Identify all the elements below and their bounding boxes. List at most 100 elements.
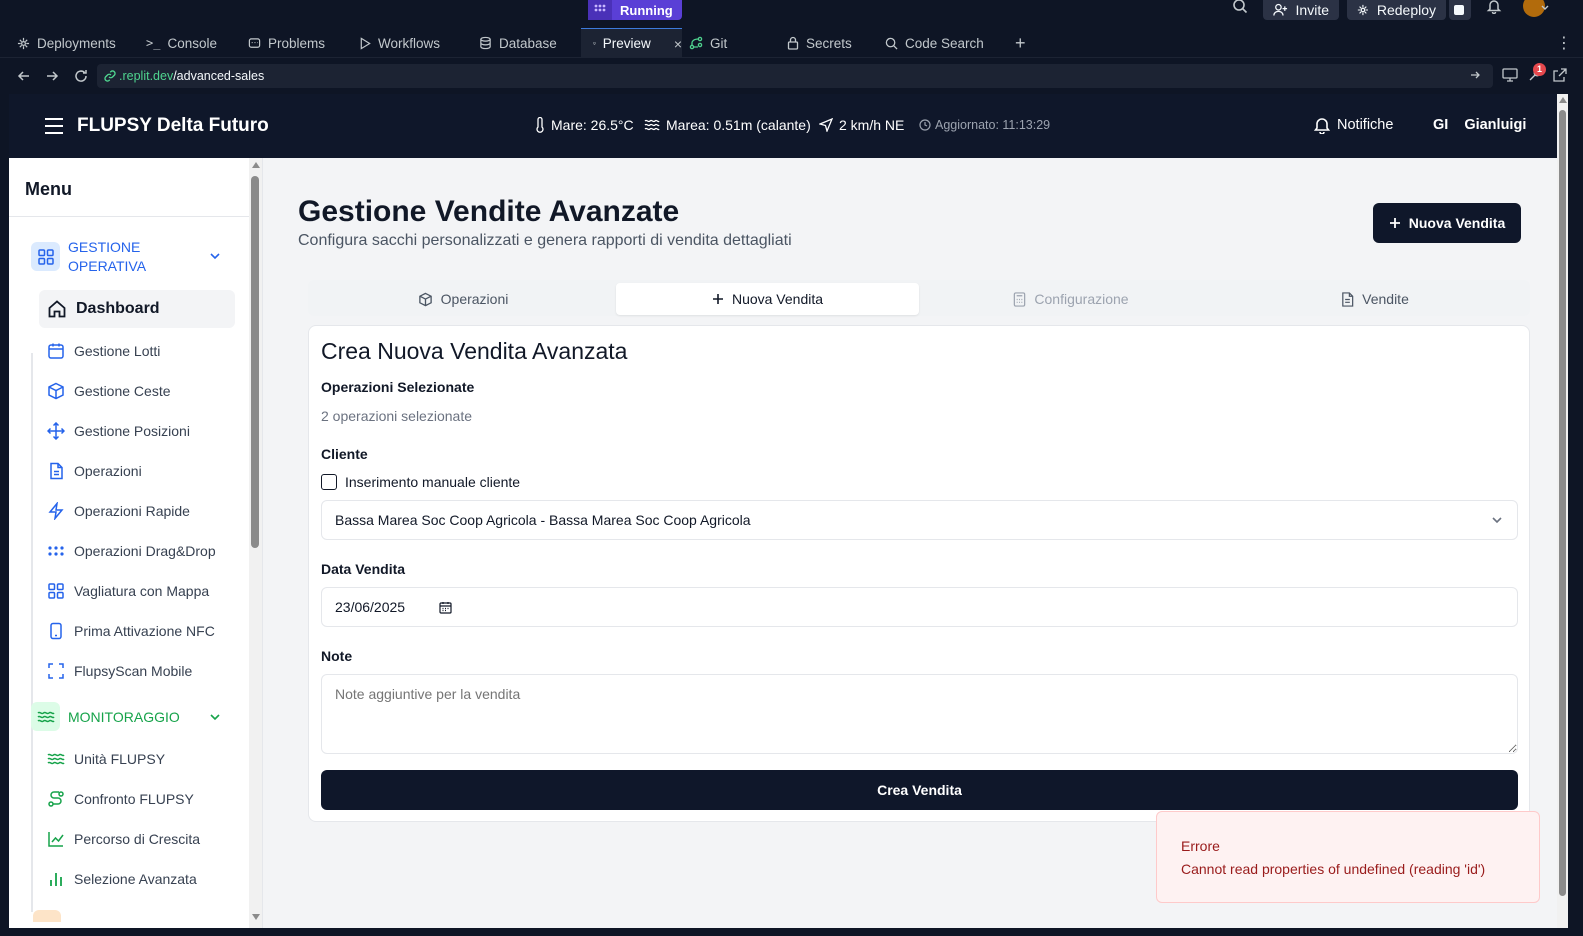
create-sale-button[interactable]: Crea Vendita xyxy=(321,770,1518,810)
sidebar-item-percorso-crescita[interactable]: Percorso di Crescita xyxy=(39,820,235,858)
hamburger-menu-icon[interactable] xyxy=(44,117,64,135)
kebab-icon: ⋮ xyxy=(1556,35,1572,52)
sale-date-input[interactable]: 23/06/2025 xyxy=(321,587,1518,627)
add-user-icon xyxy=(1273,3,1288,16)
bell-icon[interactable] xyxy=(1486,0,1502,14)
waves-icon xyxy=(47,753,65,765)
selected-ops-label: Operazioni Selezionate xyxy=(321,379,475,395)
sidebar-item-unita-flupsy[interactable]: Unità FLUPSY xyxy=(39,740,235,778)
tab-code-search[interactable]: Code Search xyxy=(873,28,999,58)
sidebar-item-operazioni-rapide[interactable]: Operazioni Rapide xyxy=(39,492,235,530)
forward-icon[interactable] xyxy=(44,68,60,84)
sidebar-item-label: Operazioni Drag&Drop xyxy=(74,543,216,559)
tab-deployments[interactable]: Deployments xyxy=(5,28,133,58)
search-icon[interactable] xyxy=(1232,0,1248,14)
sea-temp-indicator: Mare: 26.5°C xyxy=(535,117,634,133)
open-new-window-icon[interactable] xyxy=(1553,68,1567,82)
tab-vendite[interactable]: Vendite xyxy=(1224,283,1526,315)
sidebar-item-dashboard[interactable]: Dashboard xyxy=(39,290,235,328)
tab-nuova-vendita[interactable]: Nuova Vendita xyxy=(616,283,919,315)
sidebar-item-flupsyscan-mobile[interactable]: FlupsyScan Mobile xyxy=(39,652,235,690)
user-avatar[interactable] xyxy=(1522,0,1550,18)
sidebar-item-selezione-avanzata[interactable]: Selezione Avanzata xyxy=(39,860,235,898)
tab-operazioni[interactable]: Operazioni xyxy=(312,283,614,315)
sidebar-item-operazioni-dragdrop[interactable]: Operazioni Drag&Drop xyxy=(39,532,235,570)
tab-label: Preview xyxy=(602,36,651,51)
manual-client-label: Inserimento manuale cliente xyxy=(345,474,521,490)
go-arrow-icon[interactable] xyxy=(1469,69,1481,81)
sidebar-item-prima-attivazione-nfc[interactable]: Prima Attivazione NFC xyxy=(39,612,235,650)
run-status-button[interactable]: Running xyxy=(588,0,682,20)
tab-configurazione[interactable]: Configurazione xyxy=(920,283,1222,315)
tab-label: Secrets xyxy=(806,35,852,51)
tab-label: Database xyxy=(499,35,557,51)
notifications-button[interactable]: Notifiche xyxy=(1313,116,1393,134)
sidebar-item-gestione-ceste[interactable]: Gestione Ceste xyxy=(39,372,235,410)
tab-workflows[interactable]: Workflows xyxy=(347,28,464,58)
user-initials: GI xyxy=(1433,117,1449,133)
section-gestione-operativa[interactable]: GESTIONE OPERATIVA xyxy=(31,236,227,280)
tab-secrets[interactable]: Secrets xyxy=(775,28,872,58)
sidebar-item-label: Gestione Ceste xyxy=(74,383,171,399)
problems-icon xyxy=(248,37,261,48)
tab-preview[interactable]: Preview × xyxy=(581,28,682,58)
run-grid-icon xyxy=(588,0,612,20)
section-label: GESTIONE OPERATIVA xyxy=(68,239,147,274)
manual-client-checkbox[interactable] xyxy=(321,474,337,490)
client-select[interactable]: Bassa Marea Soc Coop Agricola - Bassa Ma… xyxy=(321,500,1518,540)
reload-icon[interactable] xyxy=(73,68,89,84)
error-toast[interactable]: Errore Cannot read properties of undefin… xyxy=(1156,811,1540,903)
plus-icon xyxy=(712,294,723,304)
tab-label: Problems xyxy=(268,35,326,51)
tab-label: Operazioni xyxy=(440,291,509,307)
tab-database[interactable]: Database xyxy=(467,28,577,58)
grid-icon xyxy=(48,583,64,599)
tab-label: Vendite xyxy=(1362,291,1409,307)
sidebar-scrollbar[interactable] xyxy=(249,158,262,928)
preview-scrollbar[interactable] xyxy=(1557,94,1568,928)
notes-textarea[interactable] xyxy=(321,674,1518,754)
plus-icon: + xyxy=(1015,32,1026,53)
create-sale-button-label: Crea Vendita xyxy=(877,782,962,798)
tide-indicator: Marea: 0.51m (calante) xyxy=(644,117,811,133)
preview-app: FLUPSY Delta Futuro Mare: 26.5°C Marea: … xyxy=(9,94,1561,928)
sidebar-item-vagliatura-mappa[interactable]: Vagliatura con Mappa xyxy=(39,572,235,610)
sidebar-item-operazioni[interactable]: Operazioni xyxy=(39,452,235,490)
tab-label: Git xyxy=(710,35,728,51)
toast-message: Cannot read properties of undefined (rea… xyxy=(1181,861,1486,877)
waves-icon xyxy=(31,702,60,731)
sidebar-item-gestione-posizioni[interactable]: Gestione Posizioni xyxy=(39,412,235,450)
back-icon[interactable] xyxy=(16,68,32,84)
sidebar-item-label: Unità FLUPSY xyxy=(74,751,166,767)
invite-button[interactable]: Invite xyxy=(1263,0,1339,20)
redeploy-button[interactable]: Redeploy xyxy=(1347,0,1446,20)
manual-client-toggle[interactable]: Inserimento manuale cliente xyxy=(321,474,520,490)
notifications-label: Notifiche xyxy=(1337,117,1394,133)
scroll-up-icon[interactable] xyxy=(252,162,260,168)
new-sale-button[interactable]: Nuova Vendita xyxy=(1373,203,1521,243)
section-monitoraggio[interactable]: MONITORAGGIO xyxy=(31,698,227,736)
box-icon xyxy=(418,292,432,306)
calendar-icon[interactable] xyxy=(439,601,452,614)
document-icon xyxy=(50,462,63,480)
new-tab-button[interactable]: + xyxy=(1003,28,1033,58)
user-menu[interactable]: GI Gianluigi xyxy=(1433,117,1526,133)
scroll-down-icon[interactable] xyxy=(252,914,260,920)
scroll-up-icon[interactable] xyxy=(1559,97,1567,103)
close-tab-icon[interactable]: × xyxy=(674,36,682,52)
sidebar-scroll-thumb[interactable] xyxy=(251,176,259,548)
preview-scroll-thumb[interactable] xyxy=(1559,110,1566,896)
tab-overflow-button[interactable]: ⋮ xyxy=(1544,28,1572,58)
layout-button[interactable] xyxy=(1449,0,1471,20)
sidebar-item-confronto-flupsy[interactable]: Confronto FLUPSY xyxy=(39,780,235,818)
sidebar-item-gestione-lotti[interactable]: Gestione Lotti xyxy=(39,332,235,370)
tab-problems[interactable]: Problems xyxy=(236,28,346,58)
tab-label: Console xyxy=(167,35,217,51)
device-preview-icon[interactable] xyxy=(1502,68,1518,82)
url-field[interactable]: .replit.dev /advanced-sales xyxy=(97,64,1493,88)
section-guide-line xyxy=(31,353,33,753)
tab-git[interactable]: Git xyxy=(683,28,778,58)
tab-console[interactable]: >_ Console xyxy=(134,28,233,58)
date-label: Data Vendita xyxy=(321,561,406,577)
sidebar-item-label: FlupsyScan Mobile xyxy=(74,663,193,679)
